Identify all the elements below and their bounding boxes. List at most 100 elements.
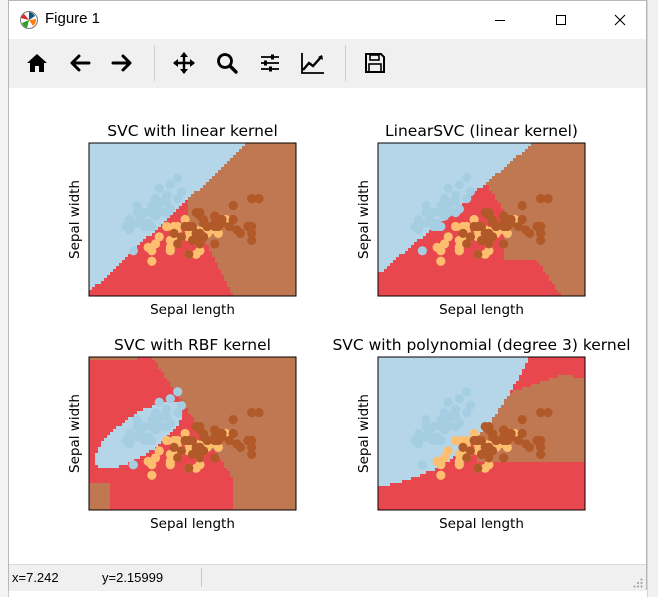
data-point xyxy=(125,214,135,225)
sliders-icon xyxy=(261,54,279,72)
data-point xyxy=(462,408,472,418)
magnifier-icon xyxy=(217,53,238,74)
cursor-y-readout: y=2.15999 xyxy=(102,570,164,585)
matplotlib-app-icon xyxy=(20,11,38,29)
maximize-icon xyxy=(556,15,566,25)
back-button[interactable] xyxy=(64,47,96,79)
data-point xyxy=(454,394,464,404)
data-point xyxy=(447,411,457,421)
data-point xyxy=(254,408,264,418)
y-axis-label: Sepal width xyxy=(67,394,83,473)
data-point xyxy=(451,221,461,232)
minimize-button[interactable] xyxy=(477,1,523,39)
subplot-title: SVC with polynomial (degree 3) kernel xyxy=(332,336,630,354)
data-point xyxy=(462,387,472,397)
window-title: Figure 1 xyxy=(45,10,101,27)
data-point xyxy=(147,470,157,480)
data-point xyxy=(154,183,164,193)
data-point xyxy=(128,246,138,256)
data-point xyxy=(228,200,238,211)
data-point xyxy=(524,228,535,239)
subplot-rbf: SVC with RBF kernel Sepal length Sepal wid… xyxy=(67,336,297,532)
data-point xyxy=(484,453,494,463)
data-point xyxy=(421,414,431,425)
arrow-left-icon xyxy=(70,54,91,72)
data-point xyxy=(180,221,190,232)
data-point xyxy=(150,453,161,463)
x-axis-label: Sepal length xyxy=(439,302,524,318)
arrow-right-icon xyxy=(111,54,132,72)
zoom-button[interactable] xyxy=(211,47,243,79)
subplot-title: LinearSVC (linear kernel) xyxy=(385,122,578,140)
data-point xyxy=(417,246,427,256)
data-point xyxy=(247,221,257,232)
subplots-button[interactable] xyxy=(254,47,286,79)
data-point xyxy=(491,435,501,446)
resize-grip-icon[interactable] xyxy=(633,578,643,588)
subplot-title: SVC with linear kernel xyxy=(107,122,278,140)
data-point xyxy=(443,397,453,407)
data-point xyxy=(436,221,446,232)
data-point xyxy=(195,228,205,239)
pan-button[interactable] xyxy=(168,47,200,79)
data-point xyxy=(195,453,205,463)
data-point xyxy=(132,200,142,211)
customize-button[interactable] xyxy=(297,47,329,79)
data-point xyxy=(425,428,435,439)
close-button[interactable] xyxy=(597,1,643,39)
data-point xyxy=(125,428,135,439)
subplot-title: SVC with RBF kernel xyxy=(114,336,271,354)
status-bar: x=7.242 y=2.15999 xyxy=(9,564,646,591)
maximize-button[interactable] xyxy=(538,1,584,39)
data-point xyxy=(480,207,490,218)
data-point xyxy=(158,197,168,207)
data-point xyxy=(454,180,464,190)
toolbar-separator xyxy=(154,45,155,81)
data-point xyxy=(202,221,212,232)
x-axis-label: Sepal length xyxy=(150,516,235,532)
data-point xyxy=(147,435,157,446)
data-point xyxy=(158,411,168,421)
y-axis-label: Sepal width xyxy=(67,180,83,259)
data-point xyxy=(128,460,138,470)
data-point xyxy=(150,239,161,249)
decision-regions xyxy=(89,143,296,296)
data-point xyxy=(454,204,464,214)
title-bar[interactable]: Figure 1 xyxy=(9,1,646,39)
data-point xyxy=(484,239,494,249)
home-icon xyxy=(27,54,47,72)
data-point xyxy=(154,397,164,407)
data-point xyxy=(180,435,190,446)
data-point xyxy=(173,194,183,204)
data-point xyxy=(436,418,446,428)
data-point xyxy=(536,435,546,446)
home-button[interactable] xyxy=(21,47,53,79)
floppy-disk-icon xyxy=(365,53,385,73)
data-point xyxy=(165,204,175,214)
forward-button[interactable] xyxy=(106,47,138,79)
toolbar-separator xyxy=(345,45,346,81)
data-point xyxy=(191,421,201,432)
data-point xyxy=(210,453,220,463)
data-point xyxy=(176,232,187,242)
data-point xyxy=(439,453,450,463)
data-point xyxy=(462,173,472,183)
data-point xyxy=(414,214,424,225)
subplot-linear: SVC with linear kernel Sepal length Sepal … xyxy=(67,122,297,318)
figure-window: Figure 1 SVC with linear kernel Sepal le… xyxy=(8,0,647,591)
save-button[interactable] xyxy=(359,47,391,79)
data-point xyxy=(184,249,194,259)
data-point xyxy=(173,408,183,418)
data-point xyxy=(517,200,527,211)
decision-regions xyxy=(89,357,296,510)
data-point xyxy=(414,428,424,439)
data-point xyxy=(447,197,457,207)
navigation-toolbar xyxy=(9,39,646,89)
data-point xyxy=(228,414,238,425)
data-point xyxy=(543,408,553,418)
data-point xyxy=(165,418,175,428)
data-point xyxy=(173,387,183,397)
data-point xyxy=(484,442,494,453)
data-point xyxy=(480,421,490,432)
figure-canvas[interactable]: SVC with linear kernel Sepal length Sepal … xyxy=(9,88,646,564)
